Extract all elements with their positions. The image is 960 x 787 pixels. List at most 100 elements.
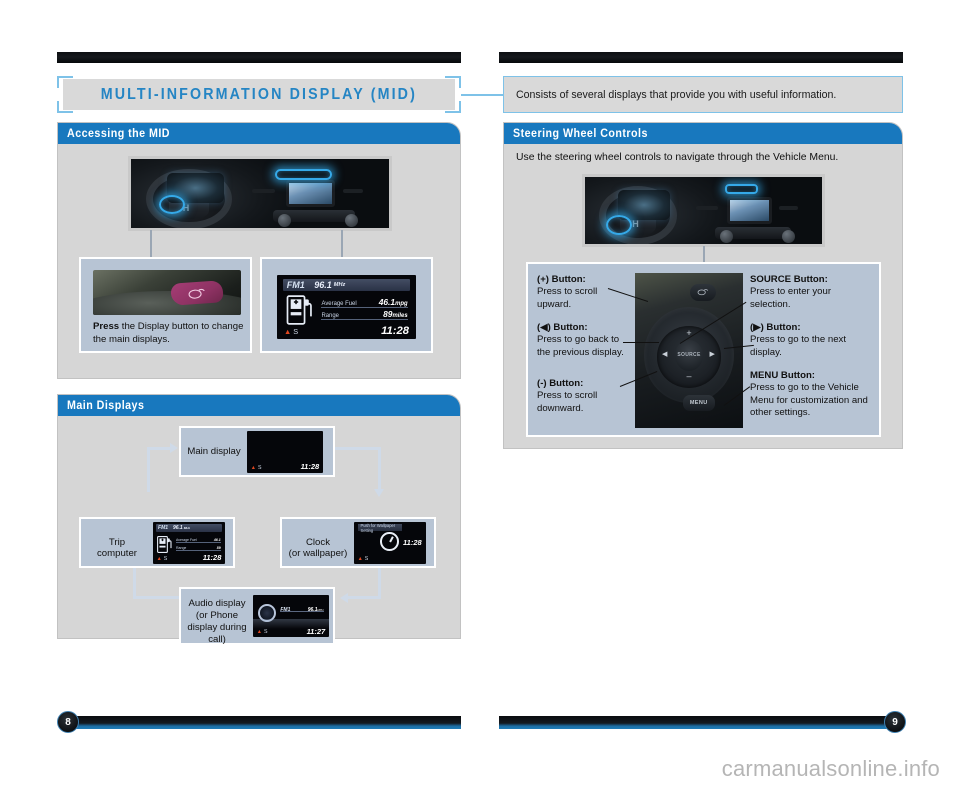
chapter-title-block: MULTI-INFORMATION DISPLAY (MID) xyxy=(57,76,461,113)
flow-node-label: Clock (or wallpaper) xyxy=(282,525,354,560)
flow-label-text: Audio display (or Phone display during c… xyxy=(187,598,247,645)
site-watermark: carmanualsonline.info xyxy=(721,756,940,781)
steering-callouts-box: SOURCE + – ◀ ▶ MENU (+) Button: Press to… xyxy=(526,262,881,437)
title-connector-line xyxy=(461,94,506,96)
mid-average-fuel-unit: mpg xyxy=(395,300,408,307)
leader-line-vertical xyxy=(150,230,152,257)
mid-radio-bar: FM1 96.1 MHz xyxy=(282,278,411,291)
flow-node-main-display: Main display ▲ S 11:28 xyxy=(179,426,335,477)
top-rule-left xyxy=(57,52,461,63)
mid-frequency-unit: MHz xyxy=(183,526,191,530)
menu-button[interactable]: MENU xyxy=(682,395,715,411)
mid-average-fuel-label: Average Fuel xyxy=(321,300,357,307)
leader-line-vertical xyxy=(703,246,705,263)
right-arrow-label: ▶ xyxy=(709,350,715,358)
section-header-accessing: Accessing the MID xyxy=(58,123,460,144)
section-header-label: Accessing the MID xyxy=(67,127,170,140)
mid-gear-letter: S xyxy=(293,327,299,337)
right-arrow-button[interactable]: ▶ xyxy=(710,351,715,358)
section-header-steering: Steering Wheel Controls xyxy=(504,123,902,144)
callout-title: (◀) Button: xyxy=(537,322,588,333)
callout-right-arrow-button: (▶) Button: Press to go to the next disp… xyxy=(750,322,874,359)
warning-triangle-icon: ▲ xyxy=(256,629,262,636)
display-button-glyph xyxy=(188,288,205,299)
air-vent-graphic xyxy=(342,189,364,193)
chapter-title-box: MULTI-INFORMATION DISPLAY (MID) xyxy=(63,79,455,110)
warning-triangle-icon: ▲ xyxy=(357,555,363,562)
wallpaper-hint-bar: Push for Wallpaper Setting xyxy=(357,522,403,533)
flow-node-label: Audio display (or Phone display during c… xyxy=(181,587,253,646)
page-number-right: 9 xyxy=(884,711,906,733)
mid-band-label: FM1 xyxy=(280,606,291,613)
mid-range-label: Range xyxy=(176,546,187,551)
wallpaper-hint-text: Push for Wallpaper Setting xyxy=(360,522,396,533)
press-display-caption: Press the Display button to change the m… xyxy=(93,321,253,346)
chapter-blurb-box: Consists of several displays that provid… xyxy=(503,76,903,113)
mid-status-indicators: ▲ S xyxy=(284,327,298,336)
flow-node-trip-computer: Trip computer FM1 96.1 MHz Average Fuel … xyxy=(79,517,235,568)
callout-body: Press to go to the Vehicle Menu for cust… xyxy=(750,382,868,418)
display-button-glyph-icon xyxy=(697,289,709,296)
mid-clock-value: 11:28 xyxy=(403,538,422,548)
callout-leader-left xyxy=(623,342,659,343)
minus-button[interactable]: – xyxy=(686,372,691,381)
audio-frequency-row: FM1 96.1MHz xyxy=(280,606,325,613)
callout-title: (▶) Button: xyxy=(750,322,801,333)
callout-body: Press to scroll downward. xyxy=(537,390,598,414)
left-arrow-button[interactable]: ◀ xyxy=(662,351,667,358)
mid-average-fuel-row: Average Fuel 46.1 xyxy=(176,536,221,543)
mid-gear-letter: S xyxy=(163,555,168,562)
mid-gear-letter: S xyxy=(258,464,262,471)
callout-body: Press to scroll upward. xyxy=(537,286,598,310)
mid-gear-letter: S xyxy=(364,555,369,562)
source-button-label: SOURCE xyxy=(677,352,701,359)
mid-area-highlight xyxy=(724,184,758,195)
mid-band-label: FM1 xyxy=(286,279,305,290)
flow-label-text: Trip computer xyxy=(97,536,137,560)
dashboard-photo-right: H xyxy=(582,174,825,247)
steering-intro-text: Use the steering wheel controls to navig… xyxy=(516,152,839,163)
callout-title: SOURCE Button: xyxy=(750,274,828,285)
dashboard-photo-left: H xyxy=(128,156,392,231)
console-knob-icon xyxy=(720,229,734,243)
mid-status-indicators: ▲ S xyxy=(257,629,268,635)
mid-range-label: Range xyxy=(321,313,339,320)
mid-average-fuel-value: 46.1 xyxy=(213,537,221,542)
mid-gear-letter: S xyxy=(264,629,268,636)
mid-average-fuel-row: Average Fuel 46.1mpg xyxy=(321,297,408,308)
section-header-label: Steering Wheel Controls xyxy=(513,127,648,140)
navigation-screen-graphic xyxy=(727,197,773,224)
section-accessing-the-mid: Accessing the MID H Press the Display bu… xyxy=(57,122,461,379)
top-rule-right xyxy=(499,52,903,63)
mid-frequency-value: 96.1 xyxy=(314,279,332,290)
callout-title: (-) Button: xyxy=(537,378,584,389)
mid-screen-main-display: ▲ S 11:28 xyxy=(247,430,323,473)
source-button[interactable]: SOURCE xyxy=(674,339,704,371)
mid-screen-audio: FM1 96.1MHz ▲ S 11:27 xyxy=(253,595,329,637)
callout-source-button: SOURCE Button: Press to enter your selec… xyxy=(750,274,874,311)
mid-status-indicators: ▲ S xyxy=(358,556,369,562)
air-vent-graphic xyxy=(779,206,799,210)
display-button-photo xyxy=(93,270,241,315)
mid-band-label: FM1 xyxy=(158,525,169,531)
instrument-cluster-graphic xyxy=(618,190,671,220)
console-knob-icon xyxy=(278,213,292,227)
dashboard-photo-inner: H xyxy=(131,159,389,228)
steering-controls-highlight xyxy=(606,214,633,235)
mid-screen-trip-computer: FM1 96.1 MHz Average Fuel 46.1mpg Range … xyxy=(277,275,416,339)
air-vent-graphic xyxy=(252,189,276,193)
mid-status-indicators: ▲ S xyxy=(251,465,262,471)
callout-body: Press to go back to the previous display… xyxy=(537,334,624,358)
mid-screen-highlight xyxy=(275,168,333,180)
page-number-left: 8 xyxy=(57,711,79,733)
left-arrow-label: ◀ xyxy=(662,350,668,358)
air-vent-graphic xyxy=(696,206,718,210)
mid-screen-clock: Push for Wallpaper Setting 11:28 ▲ S xyxy=(354,521,426,564)
warning-triangle-icon: ▲ xyxy=(250,464,256,471)
callout-minus-button: (-) Button: Press to scroll downward. xyxy=(537,378,633,415)
console-knob-icon xyxy=(345,213,359,227)
press-caption-bold: Press xyxy=(93,321,120,332)
bottom-rule-right xyxy=(499,716,896,729)
console-knob-icon xyxy=(781,229,795,243)
analog-clock-icon xyxy=(379,532,399,552)
